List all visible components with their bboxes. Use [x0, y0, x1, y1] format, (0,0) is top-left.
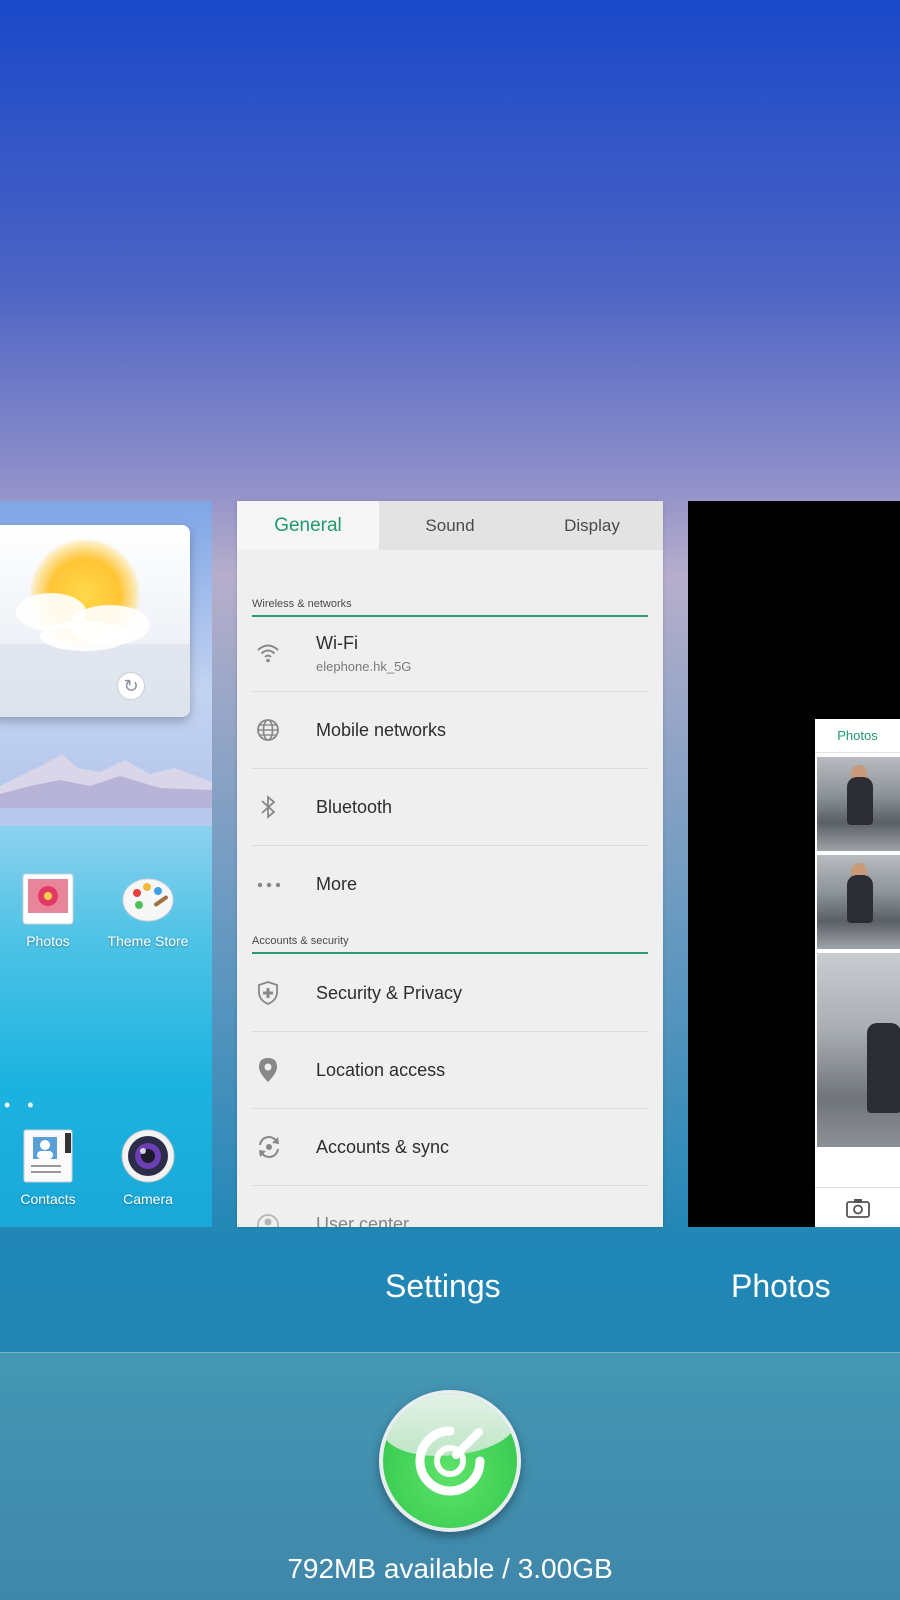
setting-item-security-privacy[interactable]: Security & Privacy [252, 955, 648, 1032]
photo-thumbnail[interactable] [817, 757, 900, 851]
setting-item-more[interactable]: More [252, 846, 648, 923]
recent-app-card-settings[interactable]: General Sound Display Wireless & network… [237, 501, 663, 1227]
wifi-icon [257, 644, 279, 663]
weather-widget: ↻ [0, 525, 190, 717]
refresh-icon[interactable]: ↻ [117, 672, 145, 700]
shield-icon [258, 981, 278, 1005]
setting-item-title: Security & Privacy [316, 982, 463, 1003]
recent-app-card-photos[interactable]: Photos [688, 501, 900, 1227]
page-indicator: • • [4, 1095, 40, 1115]
sync-icon [259, 1136, 279, 1158]
home-app-camera[interactable]: Camera [98, 1129, 198, 1207]
home-app-label: Theme Store [107, 933, 189, 949]
clean-memory-button[interactable] [379, 1390, 521, 1532]
photos-app-preview: Photos [815, 719, 900, 1227]
home-app-label: Contacts [20, 1191, 76, 1207]
section-header-accounts: Accounts & security [252, 935, 648, 954]
camera-app-icon [121, 1129, 175, 1183]
photo-thumbnail[interactable] [817, 855, 900, 949]
memory-panel: 792MB available / 3.00GB [0, 1352, 900, 1600]
home-app-label: Photos [26, 933, 70, 949]
photos-footer [815, 1187, 900, 1227]
globe-icon [257, 719, 279, 741]
setting-item-title: Bluetooth [316, 796, 393, 817]
setting-item-title: User center [316, 1214, 410, 1227]
setting-item-mobile-networks[interactable]: Mobile networks [252, 692, 648, 769]
camera-icon[interactable] [845, 1198, 870, 1218]
home-app-label: Camera [123, 1191, 173, 1207]
cloud-shape [40, 621, 130, 651]
person-figure [847, 777, 873, 825]
tab-sound[interactable]: Sound [379, 501, 521, 550]
home-app-photos[interactable]: Photos [0, 873, 98, 949]
photos-app-icon [22, 873, 74, 925]
more-dots-icon [257, 882, 281, 887]
mountains-wallpaper [0, 754, 212, 826]
tab-general[interactable]: General [237, 501, 379, 550]
card-label-settings: Settings [385, 1268, 501, 1304]
home-app-theme-store[interactable]: Theme Store [98, 873, 198, 949]
theme-store-icon [122, 878, 174, 922]
location-pin-icon [259, 1058, 277, 1082]
setting-item-accounts-sync[interactable]: Accounts & sync [252, 1109, 648, 1186]
setting-item-title: Location access [316, 1059, 446, 1080]
memory-status-text: 792MB available / 3.00GB [287, 1553, 613, 1584]
card-label-photos: Photos [731, 1268, 831, 1304]
setting-item-title: Wi-Fi [316, 632, 358, 653]
setting-item-title: Mobile networks [316, 719, 447, 740]
person-figure [847, 875, 873, 923]
setting-item-wifi[interactable]: Wi-Fi elephone.hk_5G [252, 615, 648, 692]
person-figure [867, 1023, 900, 1113]
user-icon [257, 1213, 279, 1227]
setting-item-bluetooth[interactable]: Bluetooth [252, 769, 648, 846]
recent-app-card-home[interactable]: ↻ Photos Theme Store • • Contacts Camera [0, 501, 212, 1227]
setting-item-location-access[interactable]: Location access [252, 1032, 648, 1109]
setting-item-subtitle: elephone.hk_5G [316, 658, 412, 674]
setting-item-title: Accounts & sync [316, 1136, 450, 1157]
tab-display[interactable]: Display [521, 501, 663, 550]
photo-thumbnail[interactable] [817, 953, 900, 1147]
bluetooth-icon [261, 795, 276, 819]
setting-item-user-center[interactable]: User center [252, 1186, 648, 1227]
speed-boost-icon [415, 1426, 485, 1496]
settings-tabs: General Sound Display [237, 501, 663, 550]
photos-header: Photos [815, 719, 900, 753]
home-app-contacts[interactable]: Contacts [0, 1129, 98, 1207]
contacts-app-icon [23, 1129, 73, 1183]
setting-item-title: More [316, 874, 358, 894]
